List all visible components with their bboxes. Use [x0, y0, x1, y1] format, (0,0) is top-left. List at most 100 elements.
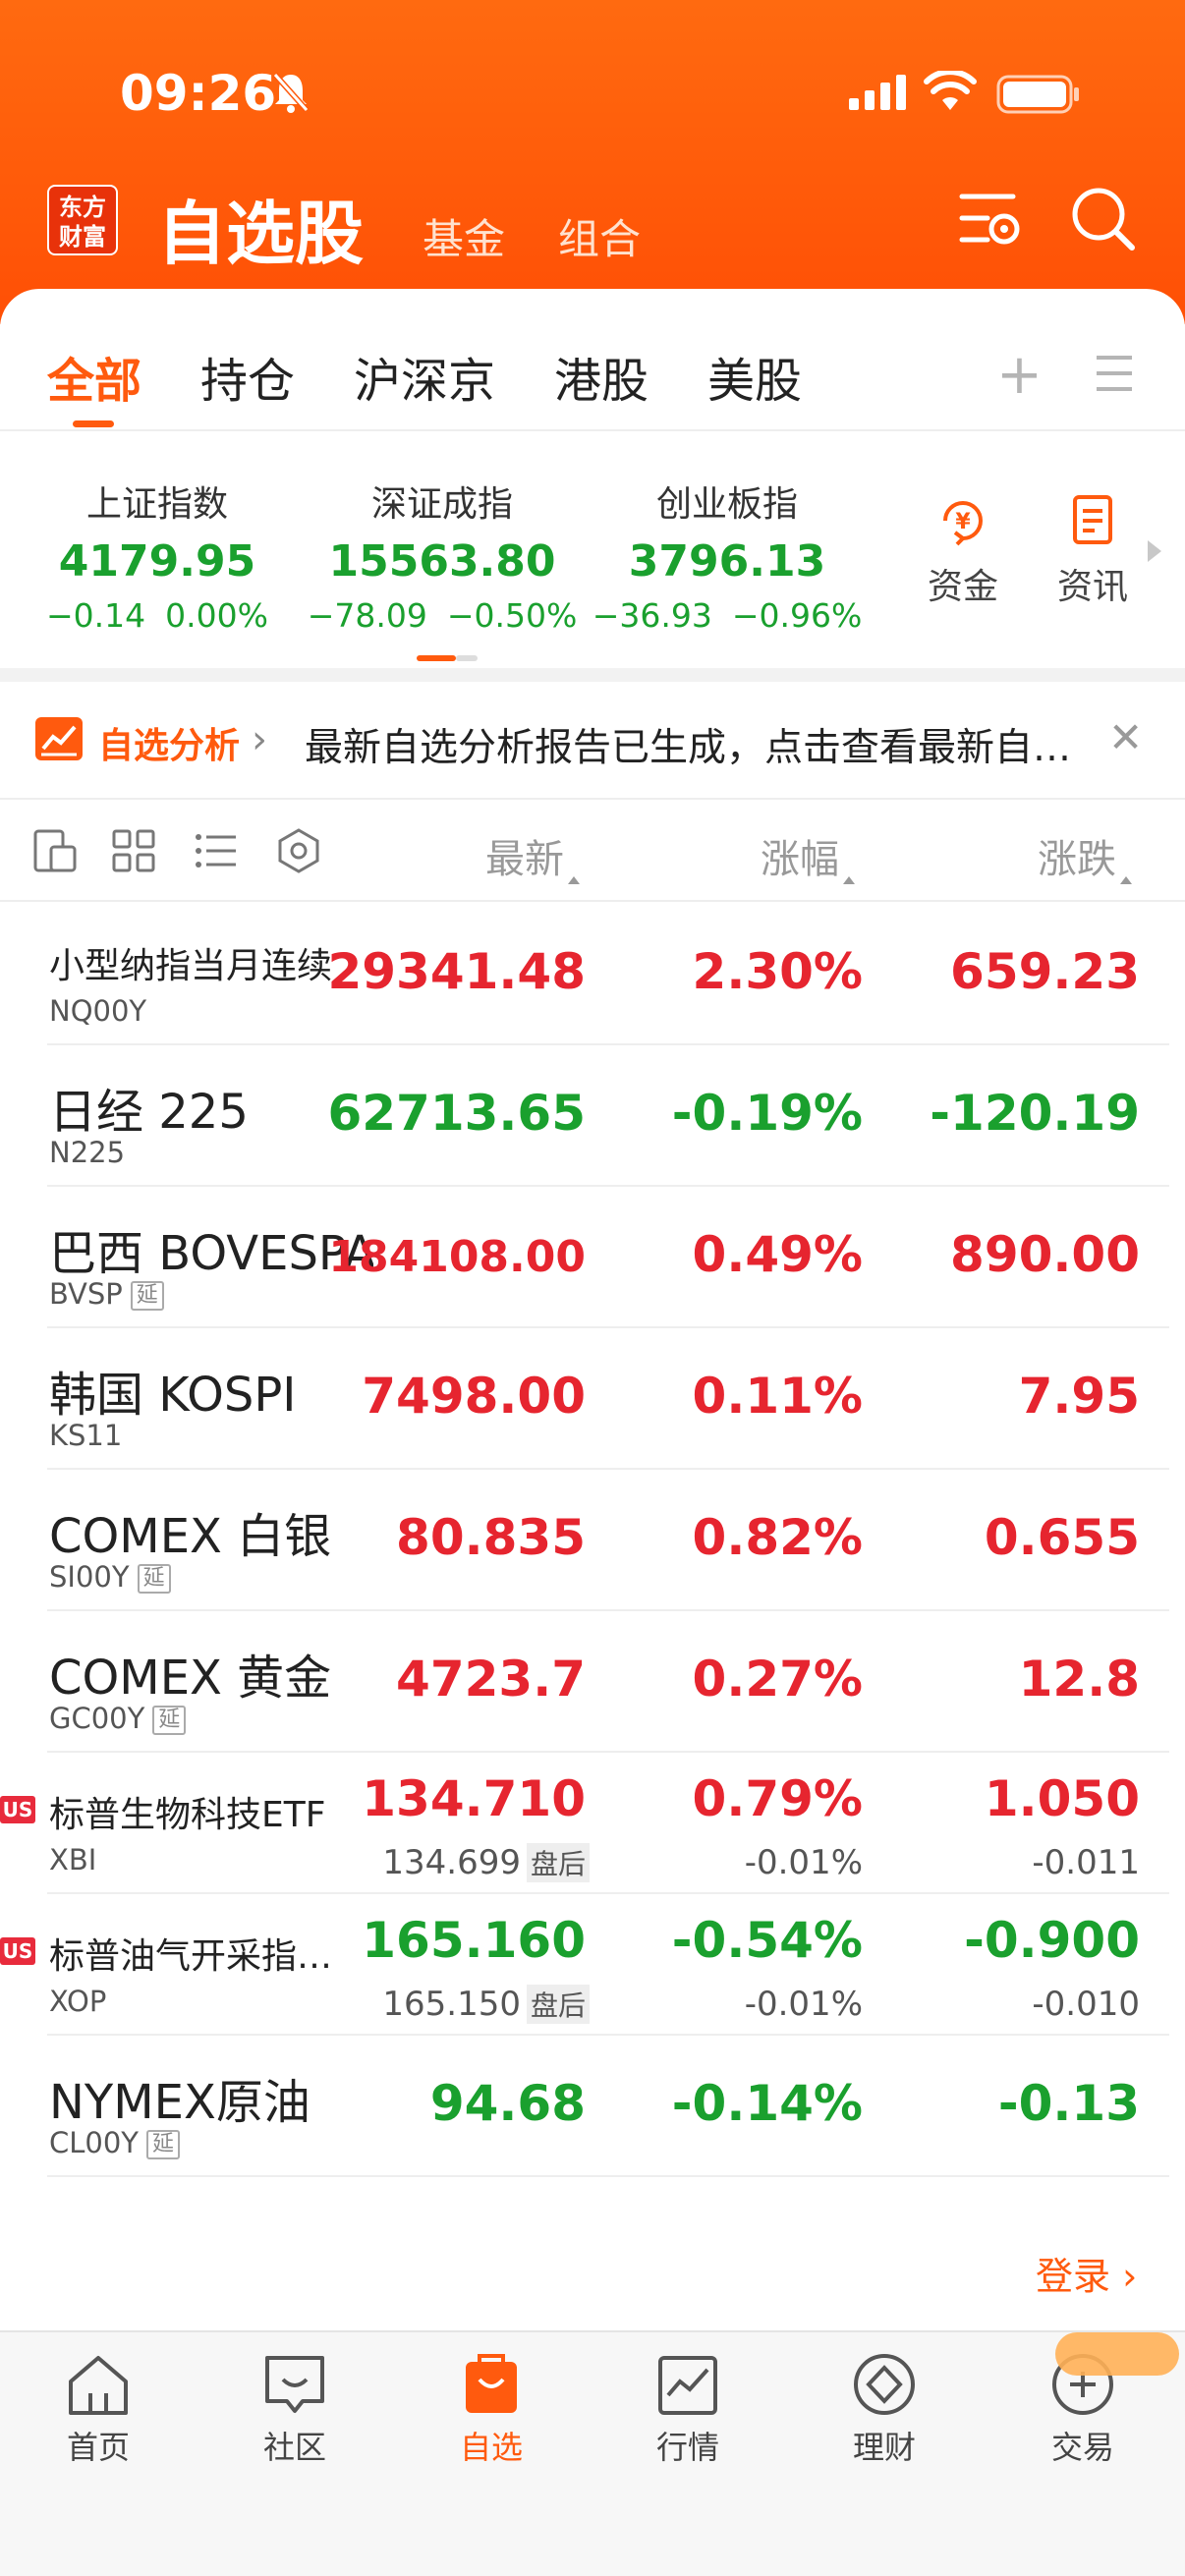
latest-price: 62713.65: [327, 1085, 586, 1142]
table-row[interactable]: 韩国 KOSPI KS11 7498.00 0.11% 7.95: [0, 1328, 1185, 1470]
change-value: 7.95: [1018, 1368, 1140, 1425]
security-name: 日经 225: [49, 1085, 249, 1140]
menu-icon[interactable]: [1095, 354, 1134, 393]
security-name: 标普油气开采指数ETF: [49, 1936, 344, 1977]
nav-community[interactable]: 社区: [216, 2352, 373, 2468]
close-icon[interactable]: ✕: [1108, 717, 1143, 758]
change-percent: 0.27%: [692, 1651, 863, 1708]
security-code: BVSP 延: [49, 1277, 164, 1311]
table-row[interactable]: 日经 225 N225 62713.65 -0.19% -120.19: [0, 1045, 1185, 1187]
security-code: NQ00Y: [49, 994, 147, 1028]
table-row[interactable]: COMEX 白银 SI00Y 延 80.835 0.82% 0.655: [0, 1470, 1185, 1611]
change-value: 12.8: [1018, 1651, 1140, 1708]
search-icon[interactable]: [1071, 187, 1136, 252]
tab-portfolio[interactable]: 组合: [558, 206, 641, 266]
tab-shsz[interactable]: 沪深京: [354, 342, 495, 411]
funds-button[interactable]: ¥ 资金: [914, 493, 1012, 609]
change-percent: -0.19%: [671, 1085, 863, 1142]
index-chinext[interactable]: 创业板指 3796.13 −36.93 −0.96%: [580, 476, 875, 635]
nav-home[interactable]: 首页: [20, 2352, 177, 2468]
grid-view-icon[interactable]: [110, 827, 157, 874]
status-bar: 09:26: [0, 0, 1185, 177]
news-button[interactable]: 资讯: [1044, 493, 1142, 609]
security-name: COMEX 黄金: [49, 1651, 332, 1706]
table-row[interactable]: 巴西 BOVESPA BVSP 延 184108.00 0.49% 890.00: [0, 1187, 1185, 1328]
change-value: 890.00: [950, 1226, 1140, 1283]
change-percent: 2.30%: [692, 943, 863, 1000]
security-code: XOP: [49, 1985, 107, 2018]
page-title: 自选股: [157, 194, 364, 274]
settings-hex-icon[interactable]: [275, 827, 322, 874]
table-row[interactable]: COMEX 黄金 GC00Y 延 4723.7 0.27% 12.8: [0, 1611, 1185, 1753]
card-view-icon[interactable]: [31, 827, 79, 874]
security-name: 标普生物科技ETF: [49, 1795, 326, 1835]
list-view-icon[interactable]: [193, 827, 240, 874]
banner-text: 最新自选分析报告已生成，点击查看最新自选分析报告: [305, 726, 1091, 770]
change-percent: 0.79%: [692, 1770, 863, 1827]
security-name: 小型纳指当月连续: [49, 946, 333, 986]
change-value: 659.23: [950, 943, 1140, 1000]
latest-price: 94.68: [429, 2075, 586, 2132]
chat-icon: [265, 2356, 324, 2413]
column-change[interactable]: 涨跌: [1038, 827, 1132, 884]
latest-price: 4723.7: [396, 1651, 586, 1708]
table-row[interactable]: US 标普生物科技ETF XBI 134.710 0.79% 1.050 134…: [0, 1753, 1185, 1894]
watchlist: 小型纳指当月连续 NQ00Y 29341.48 2.30% 659.23 日经 …: [0, 904, 1185, 2177]
table-row[interactable]: US 标普油气开采指数ETF XOP 165.160 -0.54% -0.900…: [0, 1894, 1185, 2036]
after-hours-change: -0.010: [1032, 1985, 1140, 2024]
active-tab-indicator: [73, 420, 114, 427]
tab-us[interactable]: 美股: [707, 342, 802, 411]
more-arrow-icon[interactable]: [1148, 540, 1161, 562]
after-hours-price: 165.150 盘后: [382, 1985, 590, 2024]
login-link[interactable]: 登录 ›: [1036, 2246, 1137, 2300]
add-group-button[interactable]: +: [996, 348, 1043, 403]
watchlist-tabs: 全部 持仓 沪深京 港股 美股 +: [0, 289, 1185, 430]
after-hours-percent: -0.01%: [744, 1843, 863, 1882]
tab-all[interactable]: 全部: [47, 342, 141, 411]
security-name: NYMEX原油: [49, 2075, 310, 2130]
nav-market[interactable]: 行情: [609, 2352, 766, 2468]
market-chart-icon: [658, 2356, 717, 2415]
promo-badge[interactable]: [1055, 2332, 1179, 2376]
pager-dots: [417, 646, 478, 665]
list-header: 最新 涨幅 涨跌: [0, 802, 1185, 902]
watchlist-bag-icon: [466, 2354, 517, 2413]
change-percent: 0.11%: [692, 1368, 863, 1425]
battery-icon: [996, 75, 1079, 114]
index-shanghai[interactable]: 上证指数 4179.95 −0.14 0.00%: [10, 476, 305, 635]
column-change-pct[interactable]: 涨幅: [761, 827, 855, 884]
index-shenzhen[interactable]: 深证成指 15563.80 −78.09 −0.50%: [295, 476, 590, 635]
svg-text:¥: ¥: [955, 510, 971, 534]
chevron-right-icon: ›: [252, 717, 267, 762]
change-percent: -0.54%: [671, 1912, 863, 1969]
security-name: 韩国 KOSPI: [49, 1368, 297, 1423]
change-percent: 0.49%: [692, 1226, 863, 1283]
column-latest[interactable]: 最新: [485, 827, 580, 884]
nav-wealth[interactable]: 理财: [806, 2352, 963, 2468]
security-name: COMEX 白银: [49, 1509, 332, 1564]
after-hours-change: -0.011: [1032, 1843, 1140, 1882]
news-icon: [1073, 495, 1112, 544]
us-market-badge: US: [0, 1937, 35, 1965]
security-code: XBI: [49, 1843, 97, 1876]
funds-icon: ¥: [943, 501, 983, 546]
latest-price: 184108.00: [328, 1232, 586, 1282]
analysis-banner[interactable]: 自选分析 › 最新自选分析报告已生成，点击查看最新自选分析报告 ✕: [0, 682, 1185, 800]
trend-chart-icon: [35, 717, 83, 760]
app-logo: 东方 财富: [47, 185, 118, 255]
bell-muted-icon: [272, 73, 310, 113]
change-percent: 0.82%: [692, 1509, 863, 1566]
after-hours-percent: -0.01%: [744, 1985, 863, 2024]
tab-holdings[interactable]: 持仓: [200, 342, 295, 411]
change-value: 1.050: [984, 1770, 1140, 1827]
nav-watchlist[interactable]: 自选: [413, 2352, 570, 2468]
tab-hk[interactable]: 港股: [554, 342, 649, 411]
delayed-badge: 延: [146, 2130, 181, 2159]
bottom-nav: 首页 社区 自选 行情 理财 交易: [0, 2330, 1185, 2576]
table-row[interactable]: NYMEX原油 CL00Y 延 94.68 -0.14% -0.13: [0, 2036, 1185, 2177]
table-row[interactable]: 小型纳指当月连续 NQ00Y 29341.48 2.30% 659.23: [0, 904, 1185, 1045]
tab-fund[interactable]: 基金: [423, 206, 505, 266]
after-hours-price: 134.699 盘后: [382, 1843, 590, 1882]
list-settings-icon[interactable]: [958, 189, 1023, 250]
wealth-diamond-icon: [854, 2354, 915, 2415]
